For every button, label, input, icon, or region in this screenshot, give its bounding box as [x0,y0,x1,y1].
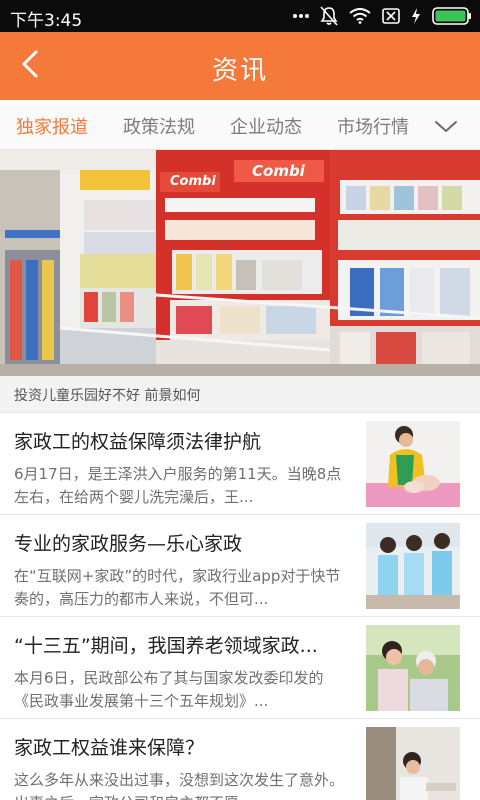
category-tabs: 独家报道 政策法规 企业动态 市场行情 [0,100,480,150]
wifi-icon [349,8,371,24]
tab-company-news[interactable]: 企业动态 [230,113,302,139]
tab-exclusive-report[interactable]: 独家报道 [16,113,88,139]
app-header: 资讯 [0,32,480,100]
list-item[interactable]: 专业的家政服务—乐心家政 在“互联网+家政”的时代，家政行业app对于快节奏的，… [0,514,480,616]
sim-icon [382,8,400,24]
banner-image: Combi Combi [0,150,480,376]
news-thumbnail [366,421,460,507]
news-thumbnail [366,625,460,711]
banner-sign-1: Combi [170,174,216,189]
news-list: 家政工的权益保障须法律护航 6月17日，是王泽洪入户服务的第11天。当晚8点左右… [0,412,480,800]
mute-icon [320,6,338,26]
status-icons [293,5,472,27]
chevron-down-icon [432,121,460,142]
banner-carousel[interactable]: Combi Combi 投资儿童乐园好不好 前景如何 [0,150,480,412]
news-title: 家政工的权益保障须法律护航 [14,431,262,453]
tab-market-trends[interactable]: 市场行情 [337,113,409,139]
status-time: 下午3:45 [10,11,83,31]
news-thumbnail [366,523,460,609]
news-title: 家政工权益谁来保障？ [14,737,205,759]
banner-sign-2: Combi [252,162,305,180]
news-thumbnail [366,727,460,800]
battery-icon [432,7,472,25]
status-bar: 下午3:45 [0,0,480,32]
list-item[interactable]: 家政工权益谁来保障？ 这么多年从来没出过事，没想到这次发生了意外。出事之后，家政… [0,718,480,800]
news-title: 专业的家政服务—乐心家政 [14,533,243,555]
tab-policy-regulations[interactable]: 政策法规 [123,113,195,139]
news-summary: 这么多年从来没出过事，没想到这次发生了意外。出事之后，家政公司和雇主都不愿... [14,771,345,800]
news-summary: 6月17日，是王泽洪入户服务的第11天。当晚8点左右，在给两个婴儿洗完澡后，王.… [14,465,342,506]
news-title: “十三五”期间，我国养老领域家政... [14,635,318,657]
more-icon [293,13,309,19]
list-item[interactable]: “十三五”期间，我国养老领域家政... 本月6日，民政部公布了其与国家发改委印发… [0,616,480,718]
page-title: 资讯 [211,56,268,86]
charging-icon [411,7,421,25]
banner-caption-bar: 投资儿童乐园好不好 前景如何 [0,376,480,412]
banner-caption: 投资儿童乐园好不好 前景如何 [14,388,201,404]
list-item[interactable]: 家政工的权益保障须法律护航 6月17日，是王泽洪入户服务的第11天。当晚8点左右… [0,412,480,514]
tabs-expand-button[interactable] [432,114,460,138]
news-summary: 在“互联网+家政”的时代，家政行业app对于快节奏的，高压力的都市人来说，不但可… [14,567,341,608]
news-summary: 本月6日，民政部公布了其与国家发改委印发的《民政事业发展第十三个五年规划》... [14,669,324,710]
